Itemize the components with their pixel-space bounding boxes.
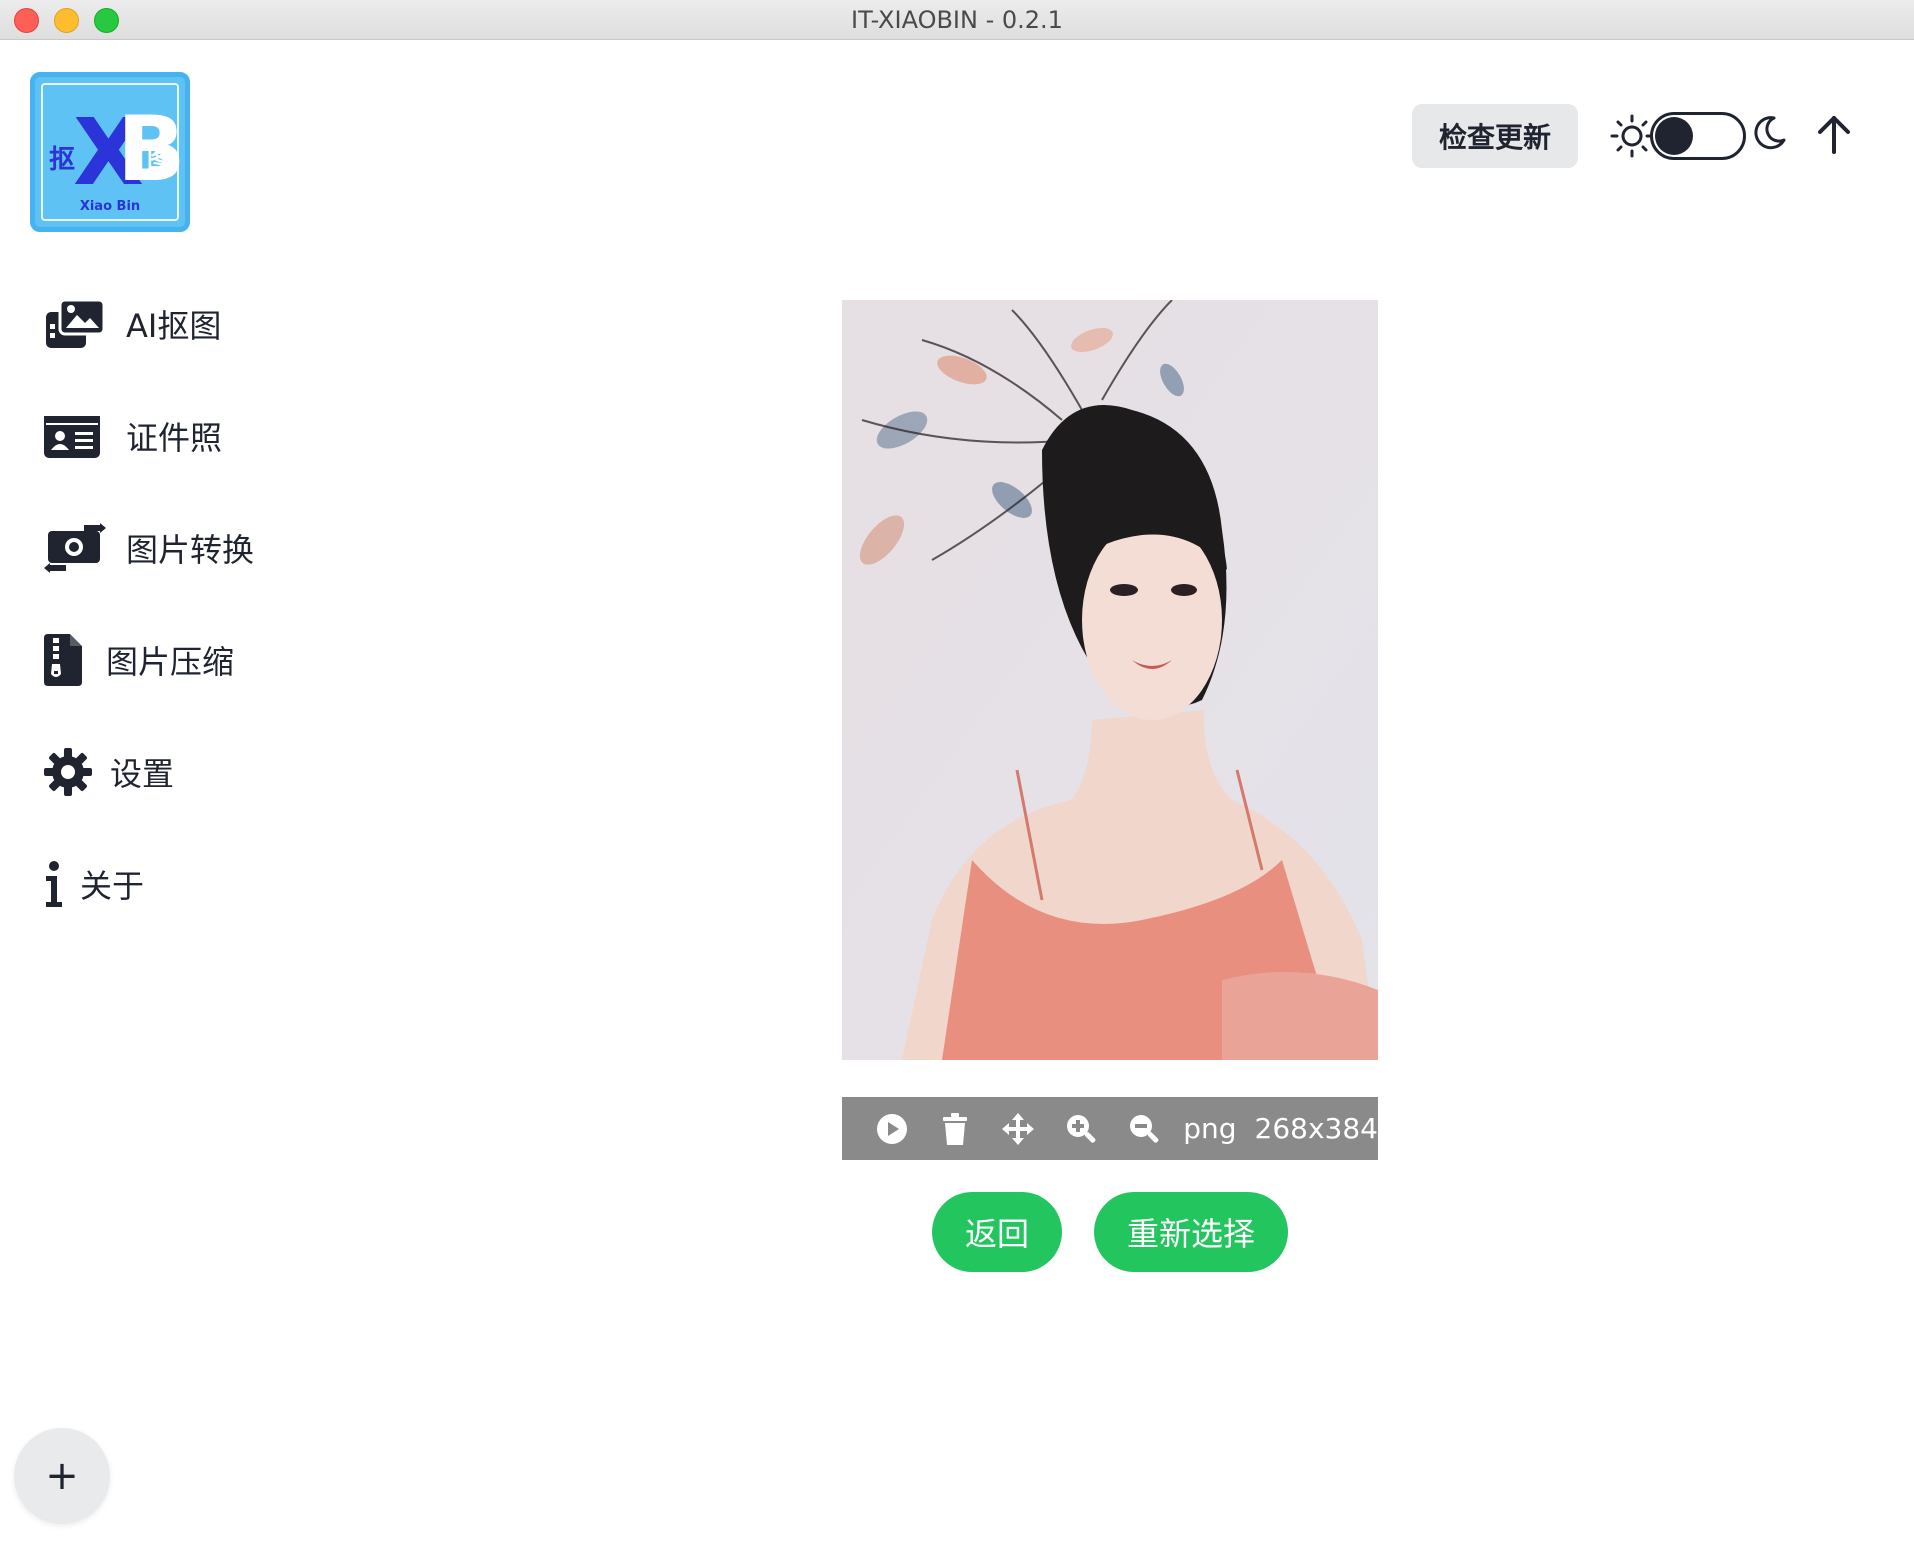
- app-logo: X B 抠 图 Xiao Bin: [30, 72, 190, 232]
- zoom-out-icon: [1129, 1114, 1159, 1143]
- image-dimensions: 268x384: [1254, 1112, 1378, 1145]
- zoom-out-button[interactable]: [1112, 1097, 1175, 1160]
- sidebar-item-label: 图片转换: [126, 531, 255, 569]
- sidebar-item-label: 关于: [80, 867, 145, 905]
- trash-icon: [942, 1112, 967, 1145]
- sidebar-item-label: AI抠图: [126, 307, 222, 345]
- arrow-up-icon[interactable]: [1814, 112, 1854, 160]
- sidebar-item-label: 证件照: [126, 419, 223, 457]
- sidebar-item-image-convert[interactable]: 图片转换: [44, 508, 254, 588]
- add-button[interactable]: +: [14, 1428, 110, 1524]
- window-title: IT-XIAOBIN - 0.2.1: [851, 6, 1063, 34]
- id-card-icon: [44, 404, 108, 468]
- zoom-in-icon: [1066, 1114, 1096, 1143]
- sidebar-item-id-photo[interactable]: 证件照: [44, 396, 222, 476]
- play-button[interactable]: [860, 1097, 923, 1160]
- move-button[interactable]: [986, 1097, 1049, 1160]
- sun-icon: [1610, 112, 1654, 164]
- image-toolbar: png 268x384: [842, 1097, 1378, 1160]
- sidebar-item-label: 设置: [110, 755, 175, 793]
- sidebar-item-label: 图片压缩: [106, 643, 235, 681]
- file-zipper-icon: [44, 628, 88, 692]
- preview-image: [842, 300, 1378, 1060]
- plus-icon: +: [45, 1453, 79, 1499]
- moon-icon: [1748, 112, 1788, 156]
- info-icon: [44, 852, 72, 916]
- sidebar-item-settings[interactable]: 设置: [44, 732, 174, 812]
- sidebar-item-ai-cutout[interactable]: AI抠图: [44, 284, 221, 364]
- images-icon: [44, 292, 108, 356]
- theme-toggle[interactable]: [1650, 112, 1746, 160]
- image-info: png 268x384: [1183, 1112, 1378, 1145]
- back-button[interactable]: 返回: [932, 1192, 1062, 1272]
- theme-toggle-knob: [1655, 117, 1693, 155]
- money-bill-transfer-icon: [44, 516, 108, 580]
- reselect-button[interactable]: 重新选择: [1094, 1192, 1288, 1272]
- play-icon: [876, 1113, 907, 1144]
- zoom-in-button[interactable]: [1049, 1097, 1112, 1160]
- gear-icon: [44, 740, 98, 804]
- arrows-move-icon: [1001, 1112, 1034, 1145]
- sidebar-item-about[interactable]: 关于: [44, 844, 144, 924]
- window-titlebar: IT-XIAOBIN - 0.2.1: [0, 0, 1914, 40]
- delete-button[interactable]: [923, 1097, 986, 1160]
- image-format: png: [1183, 1112, 1237, 1145]
- check-update-button[interactable]: 检查更新: [1412, 104, 1578, 168]
- sidebar-item-image-compress[interactable]: 图片压缩: [44, 620, 234, 700]
